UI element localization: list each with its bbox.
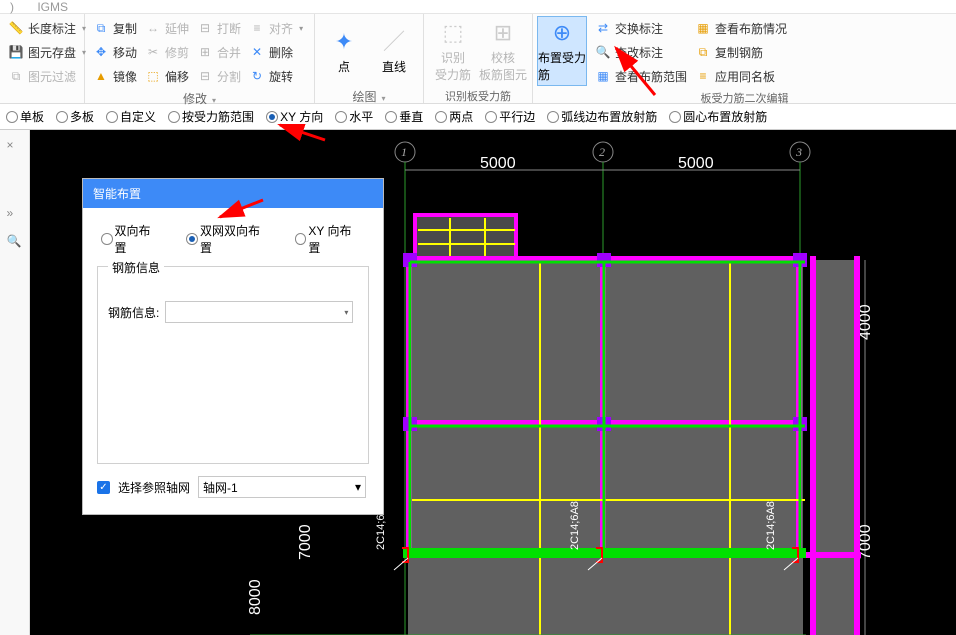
svg-text:2C14;6A8: 2C14;6A8	[765, 501, 777, 550]
save-elem-button[interactable]: 💾图元存盘▾	[4, 40, 90, 64]
apply-icon: ≡	[695, 68, 711, 84]
ruler-icon: 📏	[8, 20, 24, 36]
filter-icon: ⧉	[8, 68, 24, 84]
swap-icon: ⇄	[595, 20, 611, 36]
rebar-info-input[interactable]: ▾	[165, 301, 353, 323]
split-icon: ⊟	[197, 68, 213, 84]
split-button: ⊟分割	[193, 64, 245, 88]
point-icon: ✦	[330, 28, 358, 56]
place-bar-icon: ⊕	[548, 19, 576, 47]
fieldset-legend: 钢筋信息	[108, 259, 164, 276]
rotate-icon: ↻	[249, 68, 265, 84]
detail-button[interactable]: ▦查看布筋情况	[691, 16, 791, 40]
opt-vertical[interactable]: 垂直	[385, 108, 423, 125]
disk-icon: 💾	[8, 44, 24, 60]
copy-icon: ⧉	[93, 20, 109, 36]
place-bar-button[interactable]: ⊕布置受力筋	[537, 16, 587, 86]
line-button: ／直线	[369, 16, 419, 86]
draw-group-label: 绘图 ▾	[319, 86, 419, 107]
range-icon: ▦	[595, 68, 611, 84]
opt-center[interactable]: 圆心布置放射筋	[669, 108, 767, 125]
range-button[interactable]: ▦查看布筋范围	[591, 64, 691, 88]
move-icon: ✥	[93, 44, 109, 60]
modify-group-label: 修改 ▾	[89, 88, 310, 109]
svg-text:7000: 7000	[297, 524, 314, 560]
ribbon: 📏长度标注▾ 💾图元存盘▾ ⧉图元过滤 ⧉复制 ✥移动 ▲镜像 ↔延伸 ✂修剪 …	[0, 14, 956, 104]
opt-single-board[interactable]: 单板	[6, 108, 44, 125]
trim-icon: ✂	[145, 44, 161, 60]
svg-text:5000: 5000	[678, 155, 714, 172]
merge-icon: ⊞	[197, 44, 213, 60]
align-icon: ≡	[249, 20, 265, 36]
length-dim-button[interactable]: 📏长度标注▾	[4, 16, 90, 40]
mirror-button[interactable]: ▲镜像	[89, 64, 141, 88]
delete-icon: ✕	[249, 44, 265, 60]
merge-button: ⊞合并	[193, 40, 245, 64]
rebar-info-label: 钢筋信息:	[108, 304, 159, 321]
copy-bar-icon: ⧉	[695, 44, 711, 60]
recognize-icon: ⬚	[439, 19, 467, 47]
top-tab-left[interactable]: )	[10, 0, 14, 14]
break-icon: ⊟	[197, 20, 213, 36]
stretch-button: ↔延伸	[141, 16, 193, 40]
svg-text:2: 2	[599, 145, 605, 159]
svg-text:2C14;6A8: 2C14;6A8	[569, 501, 581, 550]
svg-text:3: 3	[795, 145, 802, 159]
opt-multi-board[interactable]: 多板	[56, 108, 94, 125]
pin-icon[interactable]: ×	[7, 138, 23, 154]
expand-icon[interactable]: »	[7, 206, 23, 222]
svg-text:5000: 5000	[480, 155, 516, 172]
move-button[interactable]: ✥移动	[89, 40, 141, 64]
swap-label-button[interactable]: ⇄交换标注	[591, 16, 691, 40]
break-button: ⊟打断	[193, 16, 245, 40]
point-button[interactable]: ✦点	[319, 16, 369, 86]
opt-arc[interactable]: 弧线边布置放射筋	[547, 108, 657, 125]
rotate-button[interactable]: ↻旋转	[245, 64, 307, 88]
search-small-icon[interactable]: 🔍	[7, 234, 23, 250]
apply-button[interactable]: ≡应用同名板	[691, 64, 791, 88]
recognize-bar-button: ⬚识别 受力筋	[428, 16, 478, 86]
align-button: ≡对齐▾	[245, 16, 307, 40]
opt-by-range[interactable]: 按受力筋范围	[168, 108, 254, 125]
opt-two-point[interactable]: 两点	[435, 108, 473, 125]
opt-xy[interactable]: XY 方向	[266, 108, 323, 125]
ref-grid-checkbox[interactable]: ✓	[97, 481, 110, 494]
copy-bar-button[interactable]: ⧉复制钢筋	[691, 40, 791, 64]
recognize-group-label: 识别板受力筋	[428, 86, 528, 106]
copy-button[interactable]: ⧉复制	[89, 16, 141, 40]
mirror-icon: ▲	[93, 68, 109, 84]
offset-icon: ⬚	[145, 68, 161, 84]
left-pane: × » 🔍	[0, 130, 30, 635]
check-icon: ⊞	[489, 19, 517, 47]
svg-text:1: 1	[401, 145, 407, 159]
opt-custom[interactable]: 自定义	[106, 108, 156, 125]
ref-grid-label: 选择参照轴网	[118, 479, 190, 496]
delete-button[interactable]: ✕删除	[245, 40, 307, 64]
ref-grid-select[interactable]: 轴网-1▾	[198, 476, 366, 498]
trim-button: ✂修剪	[141, 40, 193, 64]
check-bar-button: ⊞校核 板筋图元	[478, 16, 528, 86]
smart-place-dialog: 智能布置 双向布置 双网双向布置 XY 向布置 钢筋信息 钢筋信息: ▾ ✓ 选…	[82, 178, 384, 515]
line-icon: ／	[380, 28, 408, 56]
place-group-label: 板受力筋二次编辑	[537, 88, 952, 108]
radio-two-way[interactable]: 双向布置	[101, 222, 160, 256]
offset-button[interactable]: ⬚偏移	[141, 64, 193, 88]
find-label-button[interactable]: 🔍查改标注	[591, 40, 691, 64]
find-icon: 🔍	[595, 44, 611, 60]
top-tab-right[interactable]: IGMS	[37, 0, 68, 14]
detail-icon: ▦	[695, 20, 711, 36]
filter-elem-button: ⧉图元过滤	[4, 64, 90, 88]
svg-text:8000: 8000	[247, 579, 264, 615]
opt-parallel[interactable]: 平行边	[485, 108, 535, 125]
opt-horizontal[interactable]: 水平	[335, 108, 373, 125]
radio-double-net[interactable]: 双网双向布置	[186, 222, 268, 256]
rebar-info-fieldset: 钢筋信息 钢筋信息: ▾	[97, 266, 369, 464]
radio-xy-way[interactable]: XY 向布置	[295, 222, 361, 256]
stretch-icon: ↔	[145, 20, 161, 36]
dialog-title: 智能布置	[83, 179, 383, 208]
